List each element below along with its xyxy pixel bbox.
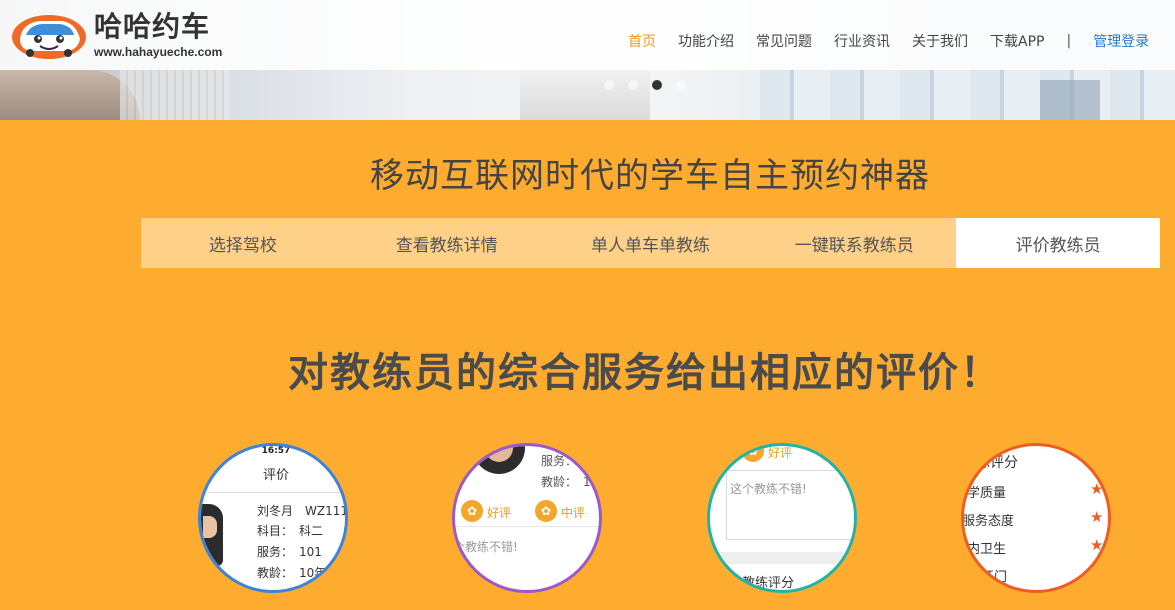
comment-text: 这个教练不错!: [730, 482, 807, 496]
star-icon: ★: [1090, 480, 1104, 498]
banner-building-image: [760, 70, 1175, 120]
medium-rating-label: 中评: [561, 506, 586, 520]
nav-home[interactable]: 首页: [628, 31, 656, 51]
top-navigation-bar: 哈哈约车 www.hahayueche.com 首页 功能介绍 常见问题 行业资…: [0, 0, 1175, 70]
tab-contact-coach[interactable]: 一键联系教练员: [752, 218, 956, 268]
score-car-hygiene: 车内卫生: [964, 542, 1007, 557]
nav-about-us[interactable]: 关于我们: [912, 31, 968, 51]
screenshot-circle-rating-options: 服务： 教龄： 1 ✿ 好评 ✿ 中评 这个教练不错!: [452, 443, 602, 593]
coach-experience: 教龄： 1: [541, 475, 591, 489]
screenshot-circle-rating-page: 16:57 评价 刘冬月 WZ111 科目： 科二 服务： 101 教龄： 10…: [198, 443, 348, 593]
carousel-dot-active[interactable]: [652, 80, 662, 90]
status-bar-time: 16:57: [261, 446, 291, 456]
thumbs-up-icon: ✿: [461, 500, 483, 522]
banner-building-image: [1040, 80, 1100, 120]
divider: [455, 526, 599, 527]
banner-hand-image: [0, 70, 140, 120]
rating-page-title: 评价: [262, 468, 289, 483]
site-logo[interactable]: 哈哈约车 www.hahayueche.com: [10, 6, 222, 64]
coach-subject: 科目： 科二: [257, 524, 324, 538]
divider: [201, 492, 345, 493]
rating-icon: [818, 446, 840, 462]
thumbs-up-icon: ✿: [742, 446, 764, 462]
tab-coach-details[interactable]: 查看教练详情: [345, 218, 549, 268]
car-logo-icon: [12, 15, 86, 59]
nav-industry-news[interactable]: 行业资讯: [834, 31, 890, 51]
tab-rate-coach[interactable]: 评价教练员: [956, 218, 1160, 268]
nav-faq[interactable]: 常见问题: [756, 31, 812, 51]
star-icon: ★: [1090, 508, 1104, 526]
feature-headline: 对教练员的综合服务给出相应的评价！: [288, 350, 1002, 396]
coach-avatar-face: [203, 516, 217, 538]
screenshot-circle-comment-box: ✿ 好评 这个教练不错! 教练评分: [707, 443, 857, 593]
carousel-dot[interactable]: [604, 80, 614, 90]
coach-service: 服务：: [541, 454, 578, 468]
good-rating-label: 好评: [487, 506, 512, 520]
main-nav: 首页 功能介绍 常见问题 行业资讯 关于我们 下载APP | 管理登录: [628, 30, 1149, 52]
section-slogan: 移动互联网时代的学车自主预约神器: [370, 156, 930, 196]
tab-choose-school[interactable]: 选择驾校: [141, 218, 345, 268]
tab-one-coach[interactable]: 单人单车单教练: [549, 218, 753, 268]
neutral-rating-icon: ✿: [535, 500, 557, 522]
logo-chinese-name: 哈哈约车: [94, 10, 211, 43]
nav-separator: |: [1066, 33, 1072, 49]
hero-banner: 哈哈约车 www.hahayueche.com 首页 功能介绍 常见问题 行业资…: [0, 0, 1175, 120]
score-open-door: 能为您开门: [964, 570, 1008, 585]
nav-admin-login[interactable]: 管理登录: [1093, 31, 1149, 51]
carousel-dot[interactable]: [628, 80, 638, 90]
coach-service: 服务： 101: [257, 545, 322, 559]
coach-experience: 教龄： 10年: [257, 566, 327, 580]
comment-text: 这个教练不错!: [453, 540, 518, 554]
banner-background-image: [520, 70, 650, 120]
logo-domain: www.hahayueche.com: [94, 45, 223, 59]
score-teaching-quality: 教学质量: [964, 486, 1007, 501]
divider: [710, 552, 854, 564]
feature-tabs: 选择驾校 查看教练详情 单人单车单教练 一键联系教练员 评价教练员: [141, 218, 1160, 268]
nav-download-app[interactable]: 下载APP: [990, 31, 1044, 51]
coach-name: 刘冬月 WZ111: [257, 504, 348, 518]
carousel-dots: [604, 80, 686, 90]
carousel-dot[interactable]: [676, 80, 686, 90]
good-rating-label: 好评: [768, 446, 793, 460]
star-icon: ★: [1090, 536, 1104, 554]
coach-score-title: 教练评分: [962, 455, 1018, 471]
coach-score-heading: 教练评分: [742, 576, 795, 591]
banner-background-image: [120, 70, 230, 120]
score-service-attitude: 服务态度: [962, 514, 1015, 529]
screenshot-circle-coach-score: 教练评分 教学质量 ★ 服务态度 ★ 车内卫生 ★ 能为您开门: [961, 443, 1111, 593]
nav-features[interactable]: 功能介绍: [678, 31, 734, 51]
